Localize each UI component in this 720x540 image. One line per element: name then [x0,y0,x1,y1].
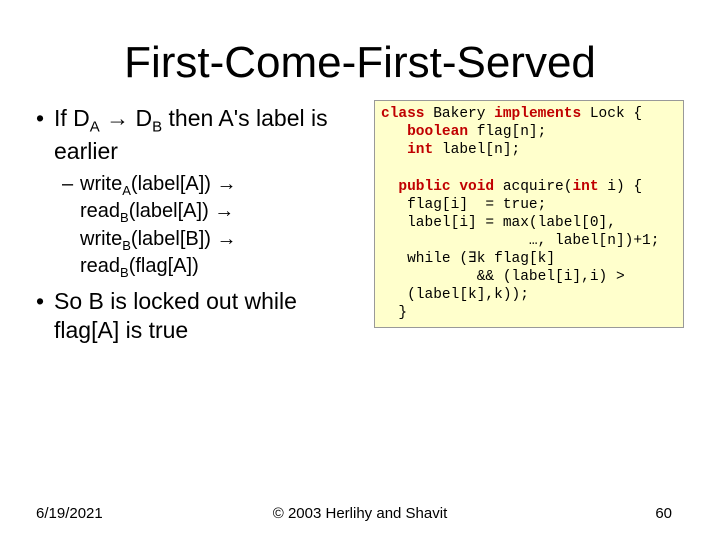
code-text: flag[i] = true; [381,197,546,213]
code-text: Bakery [433,106,494,122]
left-column: If DA → DB then A's label is earlier wri… [36,98,356,351]
bullet-3: So B is locked out while flag[A] is true [36,287,356,345]
code-text: (label[k],k)); [381,287,529,303]
subscript: B [122,238,131,253]
text-fragment: D [136,105,153,131]
subscript: A [122,183,131,198]
bullet-2: writeA(label[A]) → readB(label[A]) → wri… [62,172,356,281]
subscript: B [120,210,129,225]
code-box: class Bakery implements Lock { boolean f… [374,100,684,328]
keyword: int [381,142,442,158]
subscript-a: A [90,119,100,136]
code-text: label[n]; [442,142,520,158]
footer-page-number: 60 [655,505,672,522]
keyword: boolean [381,124,477,140]
text-fragment: (flag[A]) [129,255,199,277]
subscript-b: B [152,119,162,136]
code-text: …, label[n])+1; [381,233,659,249]
code-text: } [381,305,407,321]
slide-body: If DA → DB then A's label is earlier wri… [0,98,720,351]
bullet-1: If DA → DB then A's label is earlier [36,104,356,166]
footer-date: 6/19/2021 [36,505,103,522]
arrow-text: → [100,105,136,131]
text-fragment: If D [54,105,90,131]
code-text: label[i] = max(label[0], [381,215,616,231]
code-text: flag[n]; [477,124,547,140]
keyword: class [381,106,433,122]
code-text: Lock { [590,106,642,122]
keyword: int [572,179,607,195]
code-text: k flag[k] [477,251,555,267]
slide-title: First-Come-First-Served [0,0,720,98]
keyword: implements [494,106,590,122]
footer-copyright: © 2003 Herlihy and Shavit [273,505,448,522]
subscript: B [120,265,129,280]
code-text: && (label[i],i) > [381,269,625,285]
right-column: class Bakery implements Lock { boolean f… [374,98,684,351]
code-text: acquire( [503,179,573,195]
code-text: while ( [381,251,468,267]
keyword: public void [381,179,503,195]
footer: 6/19/2021 © 2003 Herlihy and Shavit 60 [0,505,720,522]
exists-symbol: ∃ [468,251,477,267]
code-text: i) { [607,179,642,195]
slide: First-Come-First-Served If DA → DB then … [0,0,720,540]
text-fragment: write [80,173,122,195]
